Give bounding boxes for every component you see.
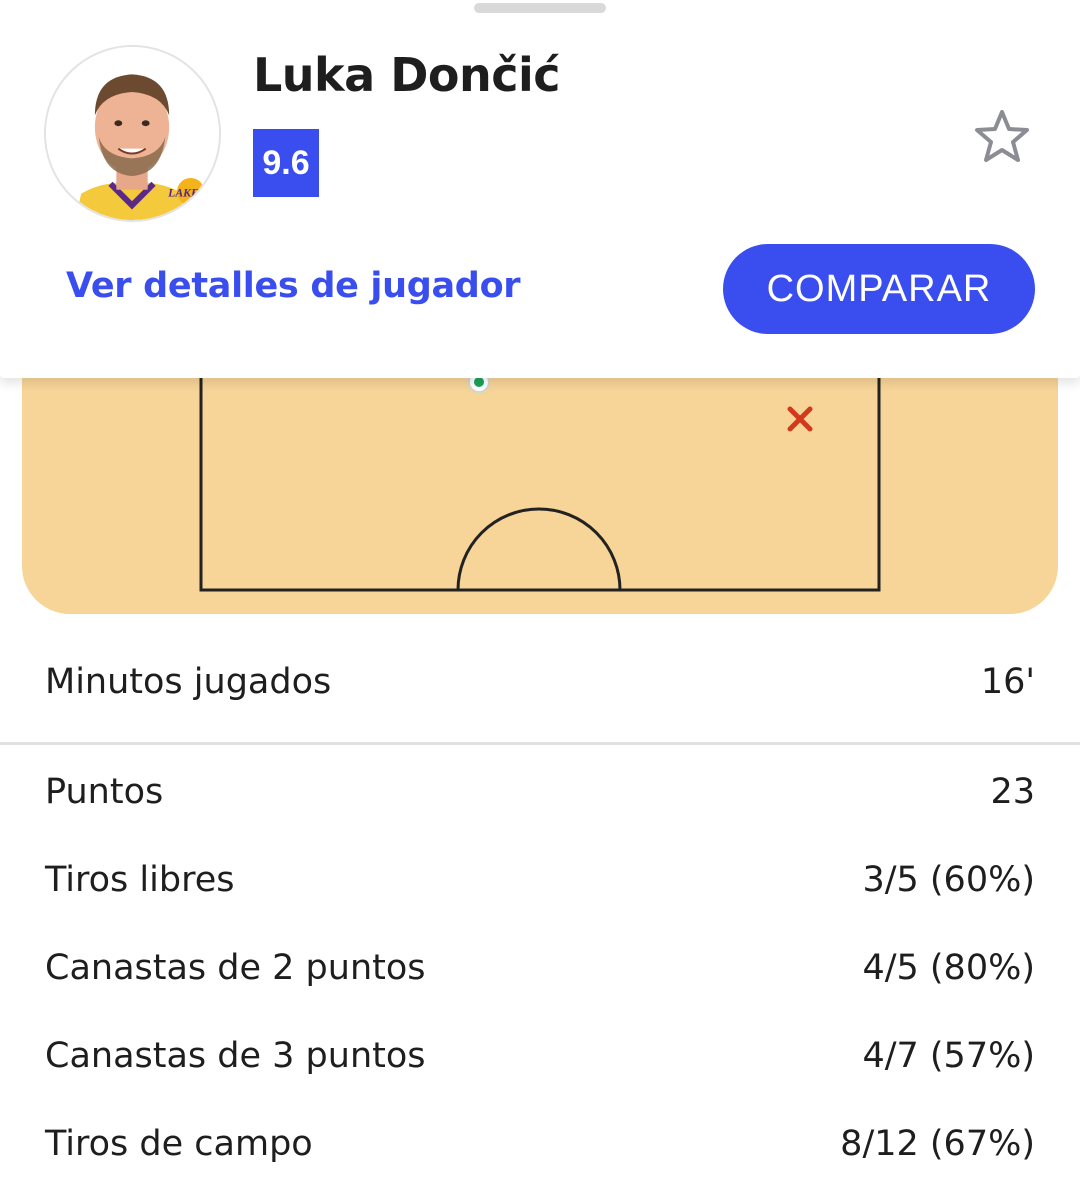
player-header-card: LAKERS Luka Dončić 9.6 Ver detalles de j… (0, 0, 1080, 378)
star-outline-icon[interactable] (972, 108, 1032, 164)
stat-value: 4/7 (57%) (862, 1036, 1035, 1076)
stat-label: Minutos jugados (45, 662, 332, 702)
stat-value: 23 (990, 772, 1035, 812)
compare-button[interactable]: COMPARAR (723, 244, 1035, 334)
svg-text:LAKERS: LAKERS (167, 187, 213, 200)
stat-row-two-pointers: Canastas de 2 puntos 4/5 (80%) (45, 938, 1035, 998)
player-rating-badge: 9.6 (253, 129, 319, 197)
stat-value: 16' (980, 662, 1035, 702)
player-photo-illustration: LAKERS (46, 47, 219, 220)
stat-label: Canastas de 2 puntos (45, 948, 426, 988)
stat-label: Tiros de campo (45, 1124, 313, 1164)
free-throw-arc (456, 507, 622, 591)
stat-label: Puntos (45, 772, 164, 812)
player-avatar[interactable]: LAKERS (44, 45, 221, 222)
stat-value: 3/5 (60%) (862, 860, 1035, 900)
player-name: Luka Dončić (253, 48, 561, 102)
stats-divider (0, 742, 1080, 745)
stat-value: 8/12 (67%) (840, 1124, 1035, 1164)
player-stats-sheet: LAKERS Luka Dončić 9.6 Ver detalles de j… (0, 0, 1080, 1199)
stat-label: Tiros libres (45, 860, 235, 900)
stat-row-three-pointers: Canastas de 3 puntos 4/7 (57%) (45, 1026, 1035, 1086)
stat-value: 4/5 (80%) (862, 948, 1035, 988)
player-details-link[interactable]: Ver detalles de jugador (66, 266, 521, 306)
stat-row-free-throws: Tiros libres 3/5 (60%) (45, 850, 1035, 910)
stat-label: Canastas de 3 puntos (45, 1036, 426, 1076)
missed-shot-marker (787, 406, 813, 432)
stat-row-field-goals: Tiros de campo 8/12 (67%) (45, 1114, 1035, 1174)
sheet-drag-handle[interactable] (474, 3, 606, 13)
stat-row-minutes: Minutos jugados 16' (45, 652, 1035, 712)
stat-row-points: Puntos 23 (45, 762, 1035, 822)
